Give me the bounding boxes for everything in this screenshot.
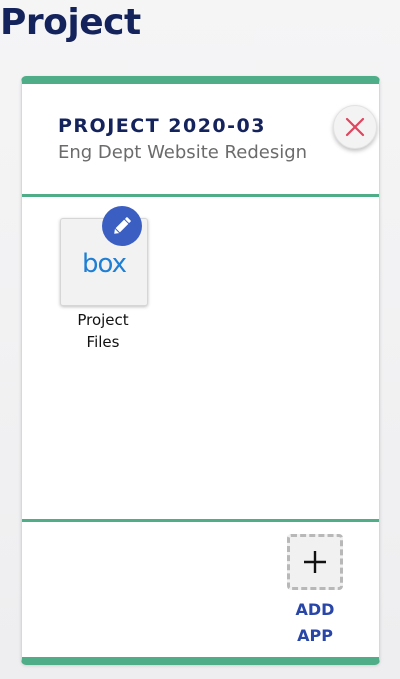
add-app-button[interactable] [287,534,343,590]
pencil-edit-icon [114,217,131,234]
add-app-label-line2: APP [297,626,333,645]
edit-app-button[interactable] [102,206,142,246]
add-app-label-line1: ADD [295,600,335,619]
project-card-header: PROJECT 2020-03 Eng Dept Website Redesig… [22,84,379,194]
card-divider-top [22,194,379,197]
page-title: Project [0,2,141,43]
app-label: Project Files [60,309,146,353]
project-card: PROJECT 2020-03 Eng Dept Website Redesig… [21,76,380,665]
project-name: Eng Dept Website Redesign [58,142,308,163]
plus-icon [304,551,326,573]
add-app-label[interactable]: ADD APP [277,597,353,649]
app-label-line2: Files [86,333,120,351]
box-logo: box [82,249,127,279]
close-x-icon [345,117,365,137]
project-code: PROJECT 2020-03 [58,115,266,137]
card-divider-bottom [22,519,379,522]
app-label-line1: Project [77,311,129,329]
close-project-button[interactable] [333,105,377,149]
